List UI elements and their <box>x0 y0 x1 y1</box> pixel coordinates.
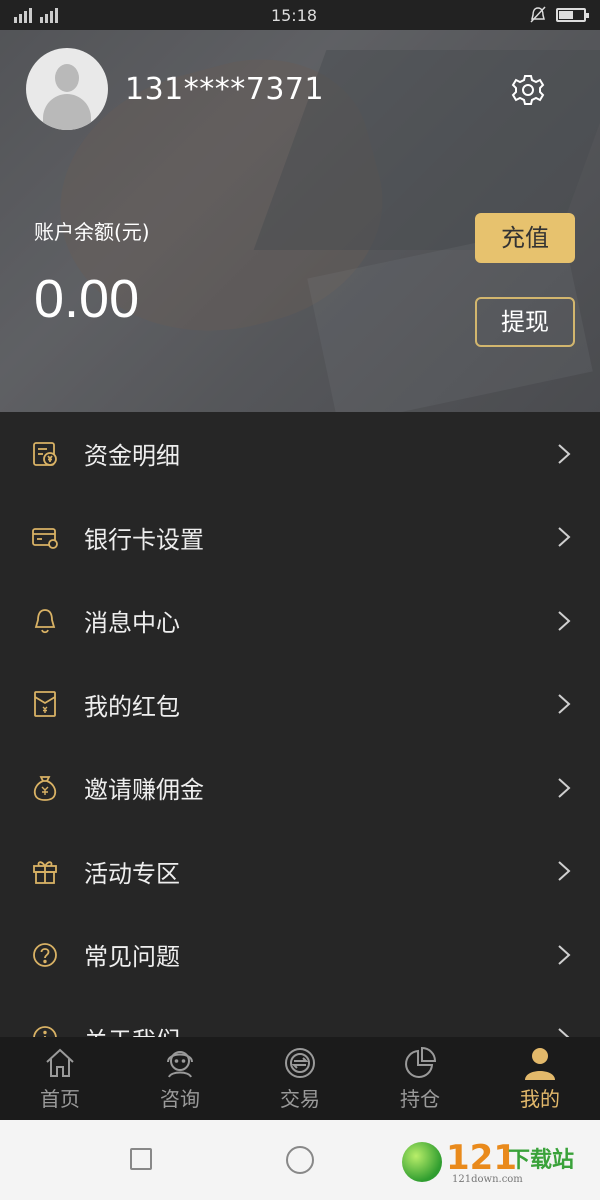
mute-icon <box>530 6 546 23</box>
menu-item-label: 资金明细 <box>84 442 180 471</box>
menu-item-red-envelope[interactable]: 我的红包 <box>0 663 600 747</box>
bell-icon <box>34 608 56 633</box>
battery-icon <box>555 8 589 22</box>
chevron-right-icon <box>558 527 571 547</box>
tab-position[interactable]: 持仓 <box>360 1037 480 1120</box>
user-phone: 131****7371 <box>125 72 325 107</box>
menu-item-message-center[interactable]: 消息中心 <box>0 579 600 663</box>
balance-value: 0.00 <box>34 269 140 329</box>
chevron-right-icon <box>558 611 571 631</box>
tab-consult[interactable]: 咨询 <box>120 1037 240 1120</box>
question-icon <box>33 942 57 967</box>
menu-item-label: 常见问题 <box>84 943 180 972</box>
menu-item-about[interactable]: 关于我们 <box>0 997 600 1037</box>
chevron-right-icon <box>558 694 571 714</box>
recent-apps-button[interactable] <box>130 1148 152 1170</box>
menu-item-faq[interactable]: 常见问题 <box>0 913 600 997</box>
red-envelope-icon <box>34 691 56 718</box>
tab-mine[interactable]: 我的 <box>480 1037 600 1120</box>
bottom-tab-bar: 首页 咨询 交易 持仓 我的 <box>0 1037 600 1120</box>
watermark-logo: 121 下载站 121down.com <box>402 1138 587 1188</box>
menu-item-label: 关于我们 <box>84 1021 180 1037</box>
status-time: 15:18 <box>270 5 318 25</box>
user-icon <box>525 1048 555 1080</box>
info-icon <box>33 1026 57 1037</box>
signal-icon <box>14 7 58 23</box>
chevron-right-icon <box>558 945 571 965</box>
avatar[interactable] <box>26 48 108 130</box>
menu-item-label: 邀请赚佣金 <box>84 776 204 805</box>
pie-chart-icon <box>405 1046 437 1078</box>
menu-item-activity[interactable]: 活动专区 <box>0 830 600 914</box>
exchange-icon <box>285 1048 315 1078</box>
menu-item-invite[interactable]: 邀请赚佣金 <box>0 746 600 830</box>
tab-home[interactable]: 首页 <box>0 1037 120 1120</box>
menu-item-label: 活动专区 <box>84 859 180 888</box>
menu-item-label: 银行卡设置 <box>84 525 204 554</box>
chevron-right-icon <box>558 778 571 798</box>
menu-list: 资金明细 银行卡设置 消息中心 我的红包 邀请赚佣金 活动专区 常见问题 关于我… <box>0 412 600 1037</box>
balance-label: 账户余额(元) <box>34 220 150 244</box>
menu-item-label: 消息中心 <box>84 609 180 638</box>
home-icon <box>46 1048 74 1077</box>
money-bag-icon <box>33 775 57 801</box>
gear-icon[interactable] <box>510 72 546 108</box>
menu-item-fund-detail[interactable]: 资金明细 <box>0 412 600 496</box>
gift-icon <box>33 861 57 885</box>
status-bar: 15:18 <box>0 0 600 30</box>
chevron-right-icon <box>558 1028 570 1037</box>
account-header: 131****7371 账户余额(元) 0.00 充值 提现 <box>0 30 600 412</box>
fund-detail-icon <box>33 441 57 466</box>
tab-trade[interactable]: 交易 <box>240 1037 360 1120</box>
home-button[interactable] <box>286 1146 314 1174</box>
chevron-right-icon <box>558 444 571 464</box>
recharge-button[interactable]: 充值 <box>475 213 575 263</box>
menu-item-label: 我的红包 <box>84 692 180 721</box>
support-agent-icon <box>167 1051 193 1078</box>
bank-card-icon <box>32 528 58 550</box>
menu-item-bank-card[interactable]: 银行卡设置 <box>0 496 600 580</box>
withdraw-button[interactable]: 提现 <box>475 297 575 347</box>
chevron-right-icon <box>558 861 571 881</box>
